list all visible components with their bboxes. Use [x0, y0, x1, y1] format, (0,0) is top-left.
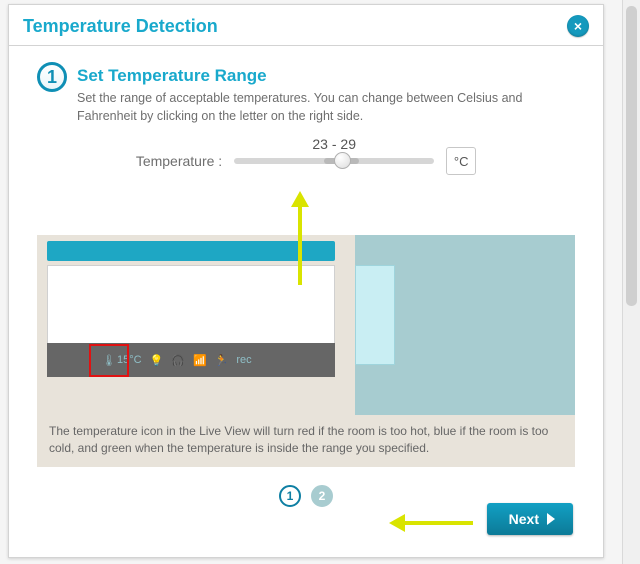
slider-thumb[interactable]: [334, 152, 351, 169]
scrollbar-thumb[interactable]: [626, 6, 637, 306]
preview-toolbar: 🌡15°C 💡 🎧 📶 🏃 rec: [47, 343, 335, 377]
preview-topbar: [47, 241, 335, 261]
pager-page-1[interactable]: 1: [279, 485, 301, 507]
temperature-slider-row: Temperature : 23 - 29 °C: [37, 147, 575, 175]
headphones-icon: 🎧: [171, 354, 185, 367]
dialog: Temperature Detection × 1 Set Temperatur…: [8, 4, 604, 558]
motion-icon: 🏃: [215, 354, 229, 367]
rec-icon: rec: [236, 354, 251, 366]
slider-track: [234, 158, 434, 164]
dialog-header: Temperature Detection ×: [9, 5, 603, 46]
preview-caption: The temperature icon in the Live View wi…: [37, 415, 575, 467]
temperature-value: 23 - 29: [234, 136, 434, 152]
bulb-icon: 💡: [150, 354, 164, 367]
temperature-slider[interactable]: 23 - 29: [234, 158, 434, 164]
unit-toggle-button[interactable]: °C: [446, 147, 476, 175]
close-button[interactable]: ×: [567, 15, 589, 37]
temperature-label: Temperature :: [136, 153, 222, 169]
annotation-arrow-next: [403, 521, 473, 525]
step-description: Set the range of acceptable temperatures…: [77, 90, 575, 125]
step-title: Set Temperature Range: [77, 66, 575, 86]
close-icon: ×: [574, 18, 582, 34]
preview-panel: 🌡15°C 💡 🎧 📶 🏃 rec: [37, 235, 575, 415]
dialog-body: 1 Set Temperature Range Set the range of…: [9, 46, 603, 517]
signal-icon: 📶: [193, 354, 207, 367]
step-number-badge: 1: [37, 62, 67, 92]
preview-side-shape: [355, 265, 395, 365]
step-header: 1 Set Temperature Range Set the range of…: [37, 62, 575, 125]
play-icon: [547, 513, 555, 525]
temp-readout: 15°C: [117, 354, 142, 366]
next-button-label: Next: [509, 511, 539, 527]
pager-page-2[interactable]: 2: [311, 485, 333, 507]
next-button[interactable]: Next: [487, 503, 573, 535]
scrollbar[interactable]: [622, 0, 640, 564]
thermometer-icon: 🌡15°C: [102, 354, 142, 367]
dialog-title: Temperature Detection: [23, 16, 218, 37]
